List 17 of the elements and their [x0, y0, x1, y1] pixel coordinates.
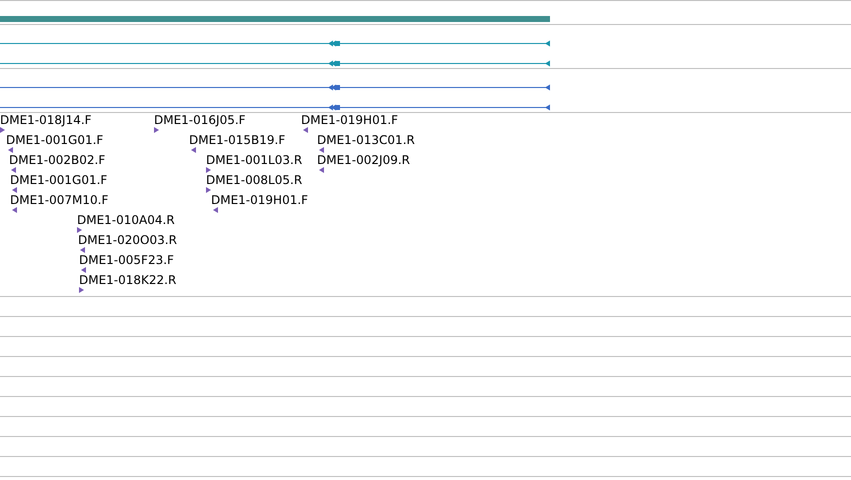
read-label: DME1-005F23.F [79, 253, 174, 267]
read-label: DME1-001L03.R [206, 153, 302, 167]
read-label: DME1-020O03.R [78, 233, 177, 247]
read-label: DME1-018K22.R [79, 273, 176, 287]
read-label: DME1-002B02.F [9, 153, 106, 167]
read-label: DME1-008L05.R [206, 173, 302, 187]
read-label: DME1-001G01.F [10, 173, 108, 187]
read-label: DME1-013C01.R [317, 133, 415, 147]
read-label: DME1-010A04.R [77, 213, 175, 227]
read-label: DME1-019H01.F [211, 193, 308, 207]
read-label: DME1-007M10.F [10, 193, 108, 207]
read-label: DME1-018J14.F [0, 113, 92, 127]
read-label: DME1-001G01.F [6, 133, 104, 147]
read-label: DME1-015B19.F [189, 133, 286, 147]
read-label: DME1-019H01.F [301, 113, 398, 127]
read-label: DME1-016J05.F [154, 113, 246, 127]
read-label: DME1-002J09.R [317, 153, 410, 167]
